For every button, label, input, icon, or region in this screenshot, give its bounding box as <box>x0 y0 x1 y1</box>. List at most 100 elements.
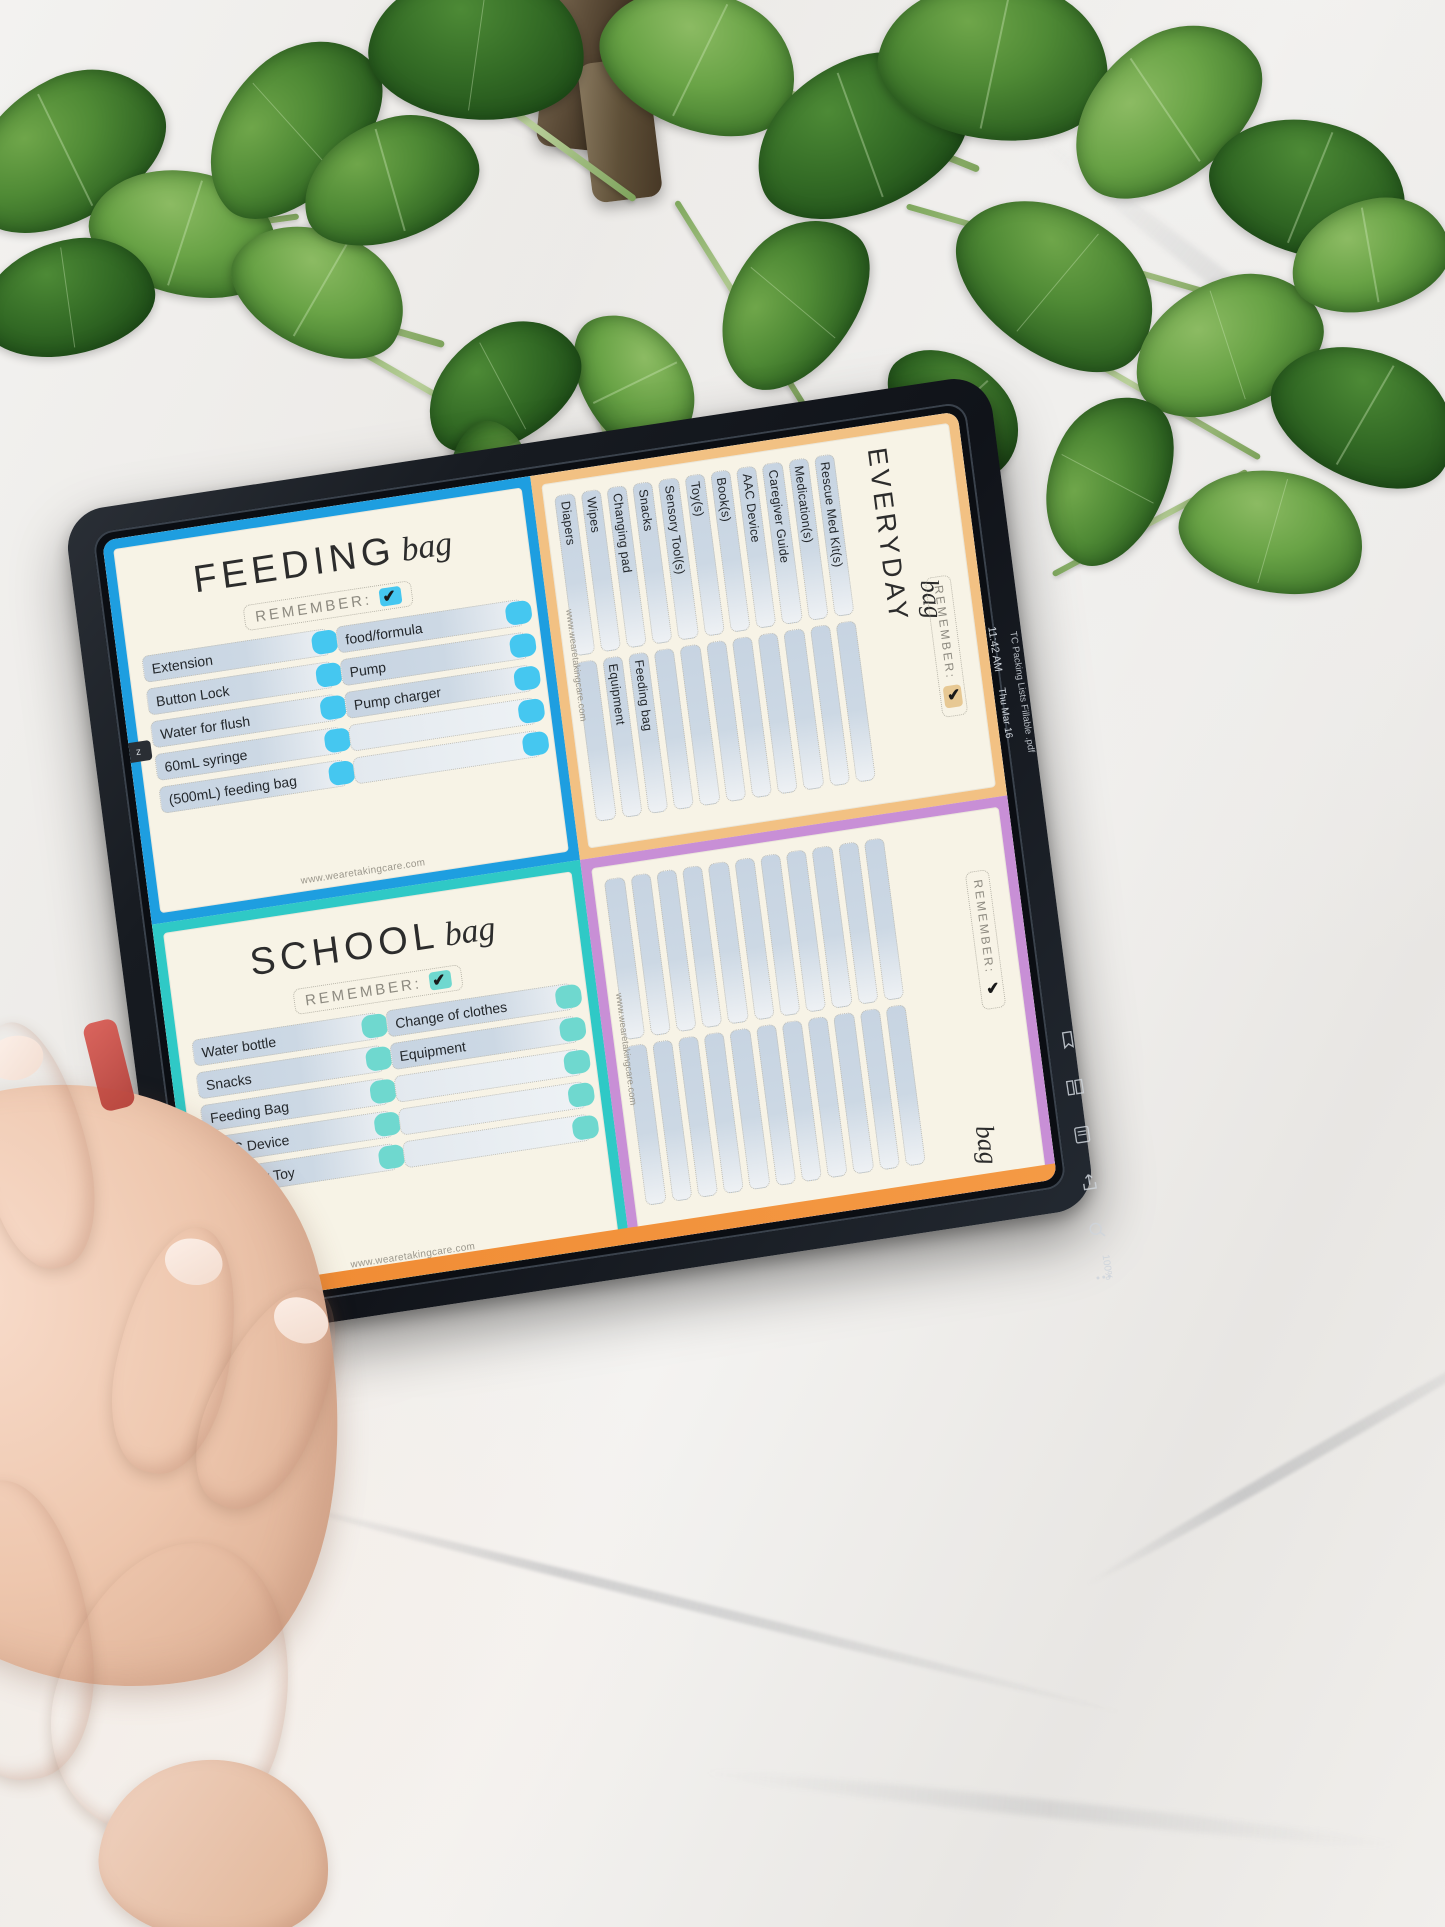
item-label: Snacks <box>636 488 656 533</box>
checkbox-dot[interactable] <box>695 1178 720 1205</box>
check-icon[interactable]: ✔ <box>942 684 964 709</box>
checkbox-dot[interactable] <box>799 1162 824 1189</box>
checkbox-dot[interactable] <box>516 697 546 725</box>
checkbox-dot[interactable] <box>368 1078 398 1105</box>
school-right-column: Change of clothes Equipment <box>384 982 600 1169</box>
check-icon[interactable]: ✔ <box>982 978 1002 1002</box>
checkbox-dot[interactable] <box>700 1008 725 1035</box>
checkbox-dot[interactable] <box>520 730 550 758</box>
marble-vein <box>700 1763 1400 1855</box>
checkbox-dot[interactable] <box>778 996 803 1023</box>
check-icon[interactable]: ✔ <box>428 969 453 991</box>
thumbnail-icon[interactable] <box>1064 1076 1089 1101</box>
card-feeding-bag[interactable]: FEEDINGbag REMEMBER: ✔ Extension Button … <box>102 476 580 925</box>
checkbox-dot[interactable] <box>780 604 805 631</box>
checkbox-dot[interactable] <box>803 992 828 1019</box>
checkbox-dot[interactable] <box>643 1186 668 1213</box>
checkbox-dot[interactable] <box>853 763 878 790</box>
checkbox-dot[interactable] <box>557 1016 587 1043</box>
checkbox-dot[interactable] <box>676 620 701 647</box>
card-everyday-bag[interactable]: Rescue Med Kit(s) Medication(s) Caregive… <box>529 411 1008 860</box>
checkbox-dot[interactable] <box>754 608 779 635</box>
status-date: Thu Mar 16 <box>995 686 1015 740</box>
checkbox-dot[interactable] <box>508 632 537 659</box>
bookmark-icon[interactable] <box>1056 1028 1081 1053</box>
checkbox-dot[interactable] <box>364 1045 394 1073</box>
item-label: Pump charger <box>352 683 442 713</box>
search-icon[interactable] <box>1085 1218 1110 1243</box>
checkbox-dot[interactable] <box>594 802 619 829</box>
checkbox-dot[interactable] <box>851 1154 876 1181</box>
checkbox-dot[interactable] <box>624 628 649 655</box>
checkbox-dot[interactable] <box>314 661 344 689</box>
checkbox-dot[interactable] <box>650 624 675 651</box>
checkbox-dot[interactable] <box>360 1012 389 1040</box>
checkbox-dot[interactable] <box>825 1158 850 1185</box>
checkbox-dot[interactable] <box>773 1166 798 1193</box>
checkbox-dot[interactable] <box>318 694 348 721</box>
share-icon[interactable] <box>1078 1170 1103 1195</box>
checkbox-dot[interactable] <box>829 988 854 1015</box>
checkbox-dot[interactable] <box>697 786 722 813</box>
checkbox-dot[interactable] <box>598 632 623 659</box>
item-label: Caregiver Guide <box>765 468 792 565</box>
checkbox-dot[interactable] <box>801 771 826 798</box>
checkbox-dot[interactable] <box>377 1143 406 1171</box>
checkbox-dot[interactable] <box>566 1081 596 1109</box>
checkbox-dot[interactable] <box>749 778 774 805</box>
checkbox-dot[interactable] <box>503 599 533 627</box>
check-icon[interactable]: ✔ <box>378 585 403 607</box>
remember-label: REMEMBER: <box>970 878 997 976</box>
tab-handle-label: z <box>135 745 142 758</box>
school-bag-title-script: bag <box>442 909 498 954</box>
checkbox-dot[interactable] <box>877 1151 902 1178</box>
checkbox-dot[interactable] <box>752 1000 777 1027</box>
item-label: Feeding Bag <box>209 1097 290 1126</box>
checkbox-dot[interactable] <box>726 1004 751 1031</box>
remember-label: REMEMBER: <box>254 590 373 626</box>
page-tab-handle[interactable]: z <box>124 739 153 764</box>
checkbox-dot[interactable] <box>671 790 696 817</box>
item-label: food/formula <box>344 619 424 647</box>
everyday-columns: Rescue Med Kit(s) Medication(s) Caregive… <box>554 450 878 825</box>
item-label: Feeding bag <box>631 658 655 732</box>
page-icon[interactable] <box>1071 1123 1096 1148</box>
checkbox-dot[interactable] <box>747 1170 772 1197</box>
checkbox-dot[interactable] <box>570 1114 600 1142</box>
checkbox-dot[interactable] <box>805 601 830 628</box>
checkbox-dot[interactable] <box>827 767 852 794</box>
checkbox-dot[interactable] <box>372 1110 402 1138</box>
checkbox-dot[interactable] <box>728 612 753 639</box>
item-label: Equipment <box>605 662 628 726</box>
checkbox-dot[interactable] <box>562 1048 591 1076</box>
item-label: Wipes <box>584 496 603 534</box>
checkbox-dot[interactable] <box>323 727 352 754</box>
status-time: 11:42 AM <box>985 625 1004 673</box>
checkbox-dot[interactable] <box>553 983 583 1011</box>
checkbox-dot[interactable] <box>721 1174 746 1201</box>
checkbox-dot[interactable] <box>512 665 542 692</box>
photo-scene: FEEDINGbag REMEMBER: ✔ Extension Button … <box>0 0 1445 1927</box>
checkbox-dot[interactable] <box>702 616 727 643</box>
checkbox-dot[interactable] <box>669 1182 694 1209</box>
checkbox-dot[interactable] <box>620 798 645 825</box>
checkbox-dot[interactable] <box>310 628 339 656</box>
fingernail <box>0 1030 48 1086</box>
item-label: Button Lock <box>155 682 231 709</box>
feeding-right-column: food/formula Pump Pump charger <box>334 598 550 785</box>
checkbox-dot[interactable] <box>645 794 670 821</box>
checkbox-dot[interactable] <box>903 1147 928 1174</box>
item-label: Snacks <box>204 1070 253 1093</box>
checkbox-dot[interactable] <box>327 759 356 787</box>
item-label: Diapers <box>558 500 578 547</box>
everyday-bag-title-word: EVERYDAY <box>861 445 915 626</box>
checkbox-dot[interactable] <box>855 984 880 1011</box>
checkbox-dot[interactable] <box>881 980 906 1007</box>
purple-columns <box>604 834 926 1209</box>
checkbox-dot[interactable] <box>648 1016 673 1043</box>
checkbox-dot[interactable] <box>775 775 800 802</box>
checkbox-dot[interactable] <box>723 782 748 809</box>
feeding-left-column: Extension Button Lock Water for flush 60… <box>141 628 356 814</box>
checkbox-dot[interactable] <box>831 597 856 624</box>
checkbox-dot[interactable] <box>674 1012 699 1039</box>
